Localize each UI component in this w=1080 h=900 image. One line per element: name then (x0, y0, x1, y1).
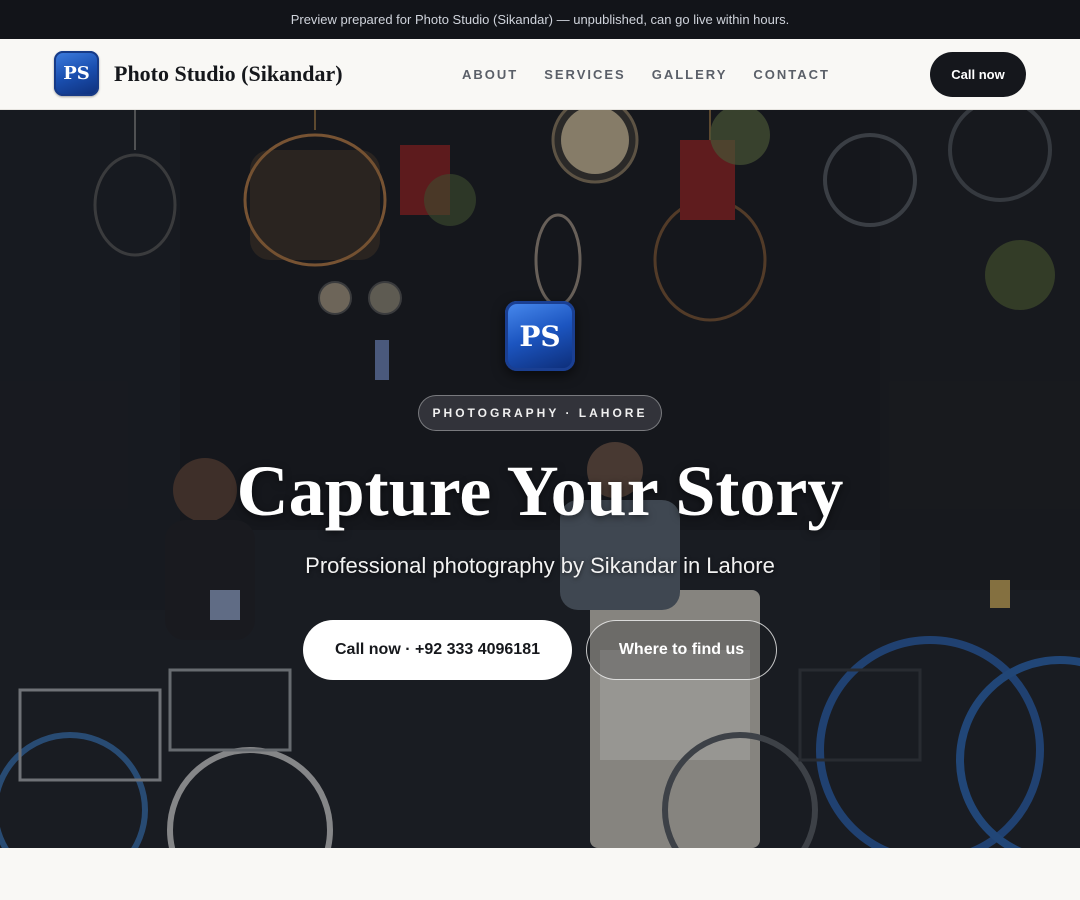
preview-banner-text: Preview prepared for Photo Studio (Sikan… (290, 12, 790, 27)
preview-banner: Preview prepared for Photo Studio (Sikan… (0, 0, 1080, 39)
hero-headline: Capture Your Story (236, 451, 844, 531)
brand-logo: PS (54, 51, 99, 96)
hero-call-button[interactable]: Call now · +92 333 4096181 (303, 620, 572, 680)
header-call-button[interactable]: Call now (930, 52, 1026, 97)
brand-name: Photo Studio (Sikandar) (114, 60, 343, 86)
nav-services[interactable]: SERVICES (544, 67, 626, 82)
hero-subline: Professional photography by Sikandar in … (305, 553, 775, 578)
main-nav: ABOUT SERVICES GALLERY CONTACT (462, 39, 830, 109)
hero-location-button[interactable]: Where to find us (586, 620, 777, 680)
brand-home-link[interactable]: PS Photo Studio (Sikandar) (54, 51, 343, 96)
nav-contact[interactable]: CONTACT (753, 67, 830, 82)
site-header: PS Photo Studio (Sikandar) ABOUT SERVICE… (0, 39, 1080, 110)
hero-section: PS PHOTOGRAPHY · LAHORE Capture Your Sto… (0, 110, 1080, 848)
nav-about[interactable]: ABOUT (462, 67, 518, 82)
hero-category-tag: PHOTOGRAPHY · LAHORE (418, 395, 662, 431)
hero-logo: PS (505, 301, 575, 371)
nav-gallery[interactable]: GALLERY (652, 67, 728, 82)
